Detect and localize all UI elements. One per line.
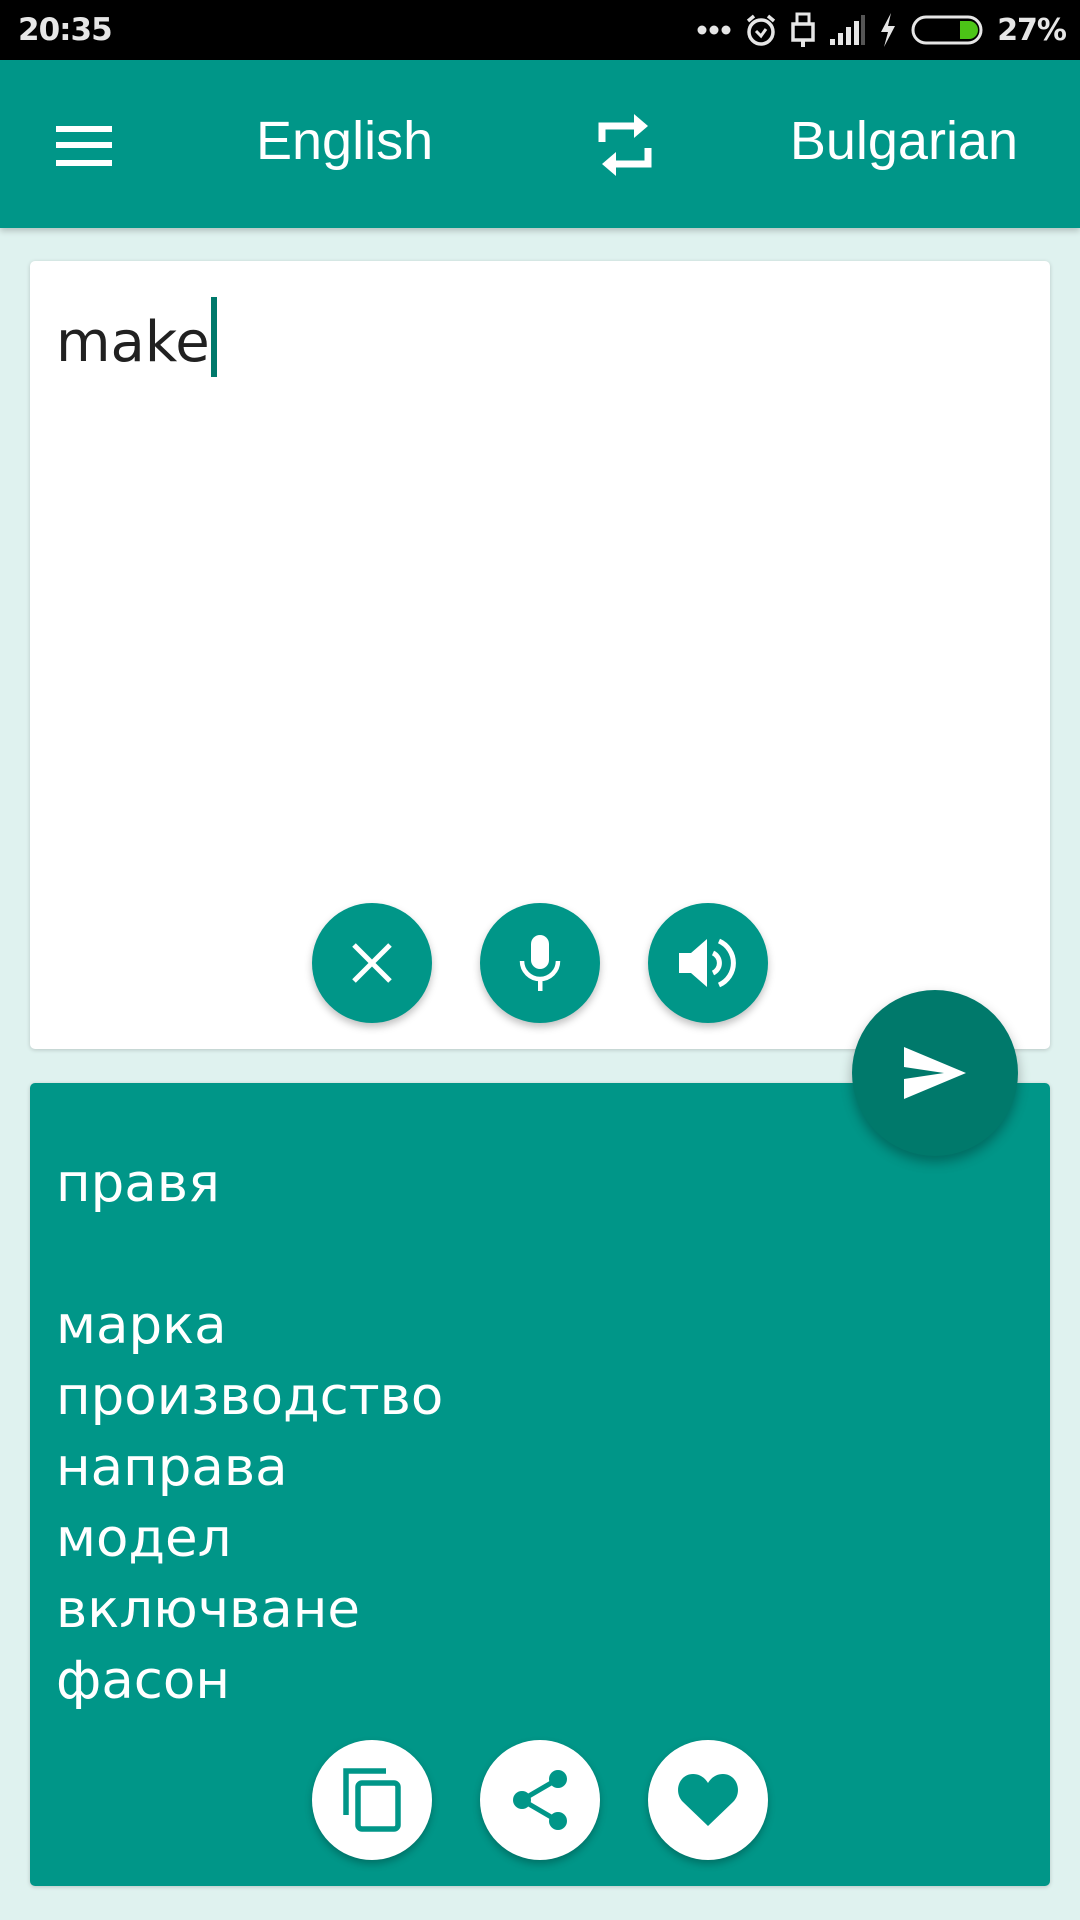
alternative-translation: направа [56,1437,288,1498]
output-card: правя марка производство направа модел в… [30,1083,1050,1886]
menu-button[interactable] [40,104,128,184]
more-dots-icon [697,24,731,36]
source-text-input[interactable]: make [56,297,217,377]
send-icon [904,1047,966,1099]
heart-icon [678,1774,738,1826]
share-icon [513,1770,567,1830]
alternative-translation: модел [56,1508,232,1569]
source-text: make [56,310,210,375]
microphone-icon [519,935,561,991]
target-language-selector[interactable]: Bulgarian [790,110,1018,172]
toolbar: English Bulgarian [0,60,1080,228]
alternative-translation: марка [56,1295,227,1356]
source-language-selector[interactable]: English [256,110,433,172]
input-card: make [30,261,1050,1049]
battery-icon [911,15,983,45]
signal-icon [829,15,866,45]
status-bar: 20:35 27% [0,0,1080,60]
swap-languages-button[interactable] [590,110,660,180]
copy-icon [343,1768,401,1832]
copy-button[interactable] [312,1740,432,1860]
status-time: 20:35 [18,12,113,48]
swap-languages-icon [598,114,652,176]
alternative-translation: производство [56,1366,444,1427]
status-icons: 27% [697,8,1067,52]
share-button[interactable] [480,1740,600,1860]
text-cursor [210,297,217,377]
usb-icon [791,12,815,48]
alternative-translation: включване [56,1579,361,1640]
close-icon [352,943,392,983]
battery-percent: 27% [997,12,1067,48]
speaker-icon [679,938,736,988]
translation-output: правя марка производство направа модел в… [56,1148,443,1716]
speak-button[interactable] [648,903,768,1023]
primary-translation: правя [56,1153,220,1214]
voice-input-button[interactable] [480,903,600,1023]
charging-icon [879,13,897,47]
favorite-button[interactable] [648,1740,768,1860]
translate-button[interactable] [852,990,1018,1156]
alarm-icon [745,13,777,47]
alternative-translation: фасон [56,1650,231,1711]
clear-button[interactable] [312,903,432,1023]
